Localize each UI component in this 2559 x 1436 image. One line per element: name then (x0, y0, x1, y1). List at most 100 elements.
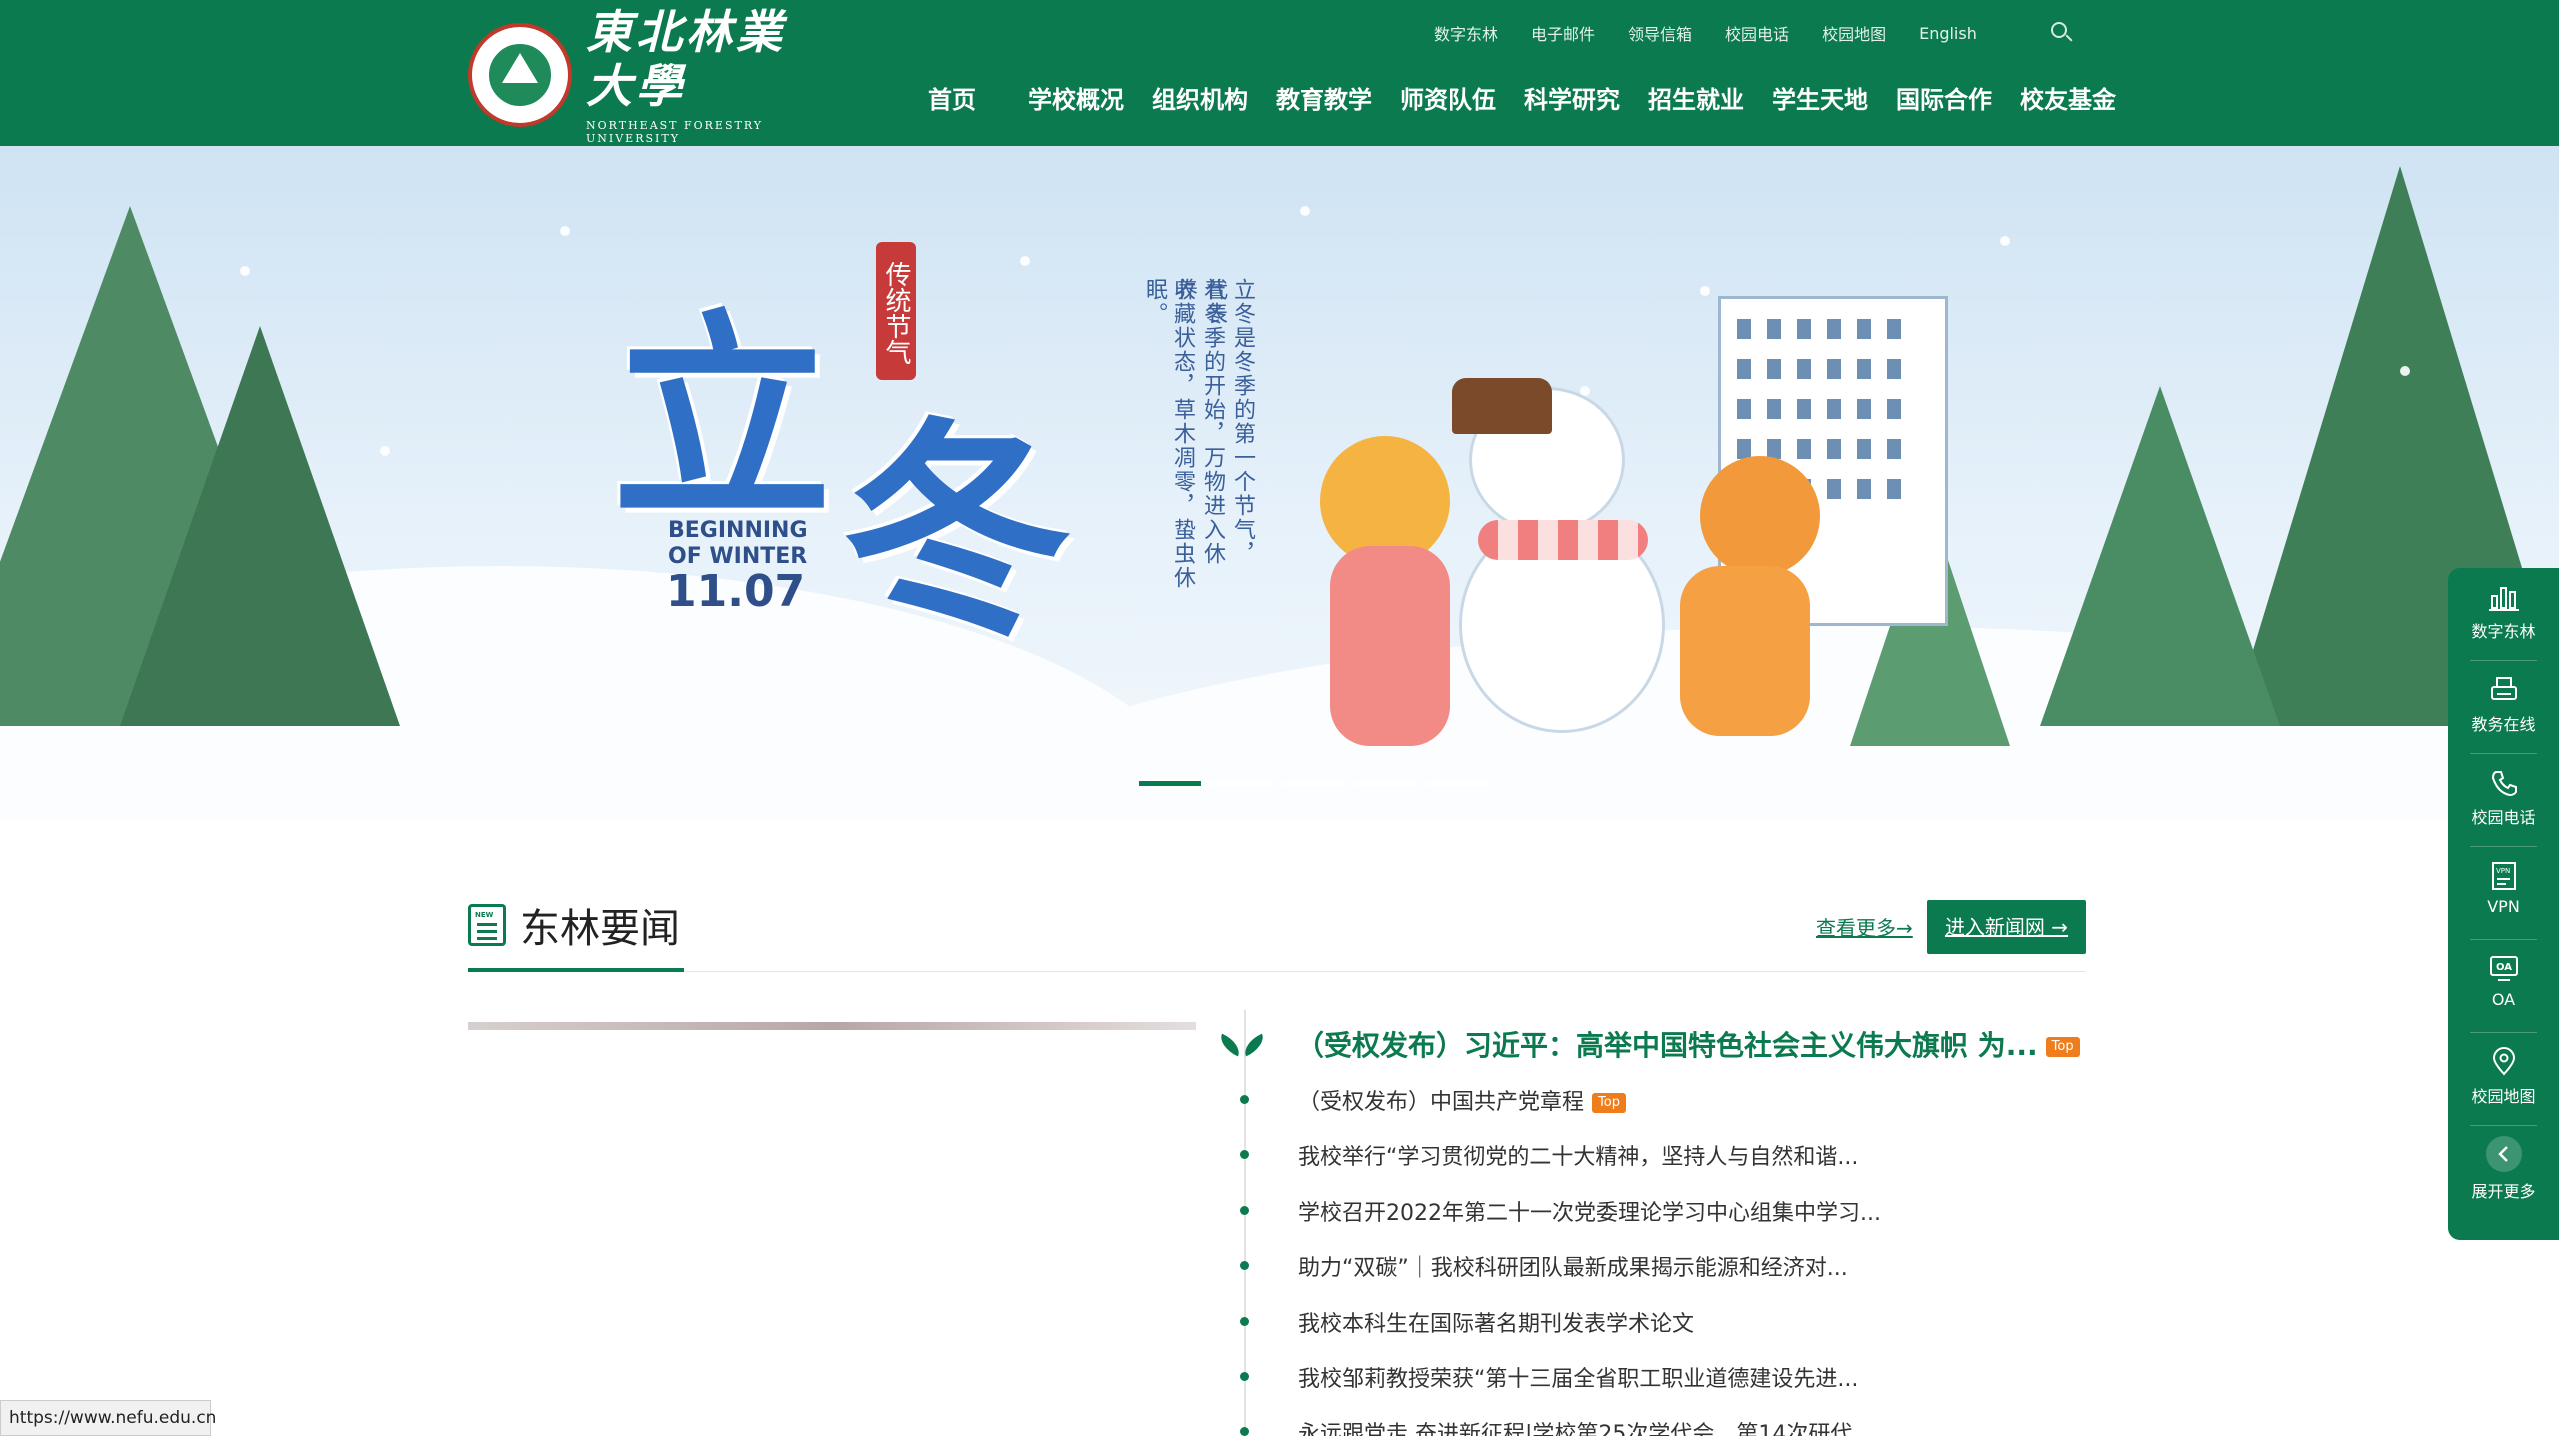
news-section-header: NEW 东林要闻 查看更多→ 进入新闻网 → (468, 890, 2086, 972)
news-item-title: 我校本科生在国际著名期刊发表学术论文 (1298, 1311, 1695, 1337)
news-item-title: 我校邹莉教授荣获“第十三届全省职工职业道德建设先进... (1298, 1366, 1859, 1392)
snowflake (1580, 386, 1590, 396)
news-featured-image[interactable] (468, 1022, 1196, 1030)
banner-date: 11.07 (666, 566, 806, 617)
bullet-dot (1240, 1205, 1249, 1215)
toplink-english[interactable]: English (1919, 24, 1977, 43)
news-item-title: 助力“双碳”｜我校科研团队最新成果揭示能源和经济对... (1298, 1256, 1848, 1282)
toplink-digital-donglin[interactable]: 数字东林 (1434, 21, 1498, 45)
list-item[interactable]: 我校邹莉教授荣获“第十三届全省职工职业道德建设先进... (1236, 1349, 2136, 1404)
chart-icon (2488, 582, 2520, 612)
view-more-link[interactable]: 查看更多→ (1816, 912, 1913, 941)
enter-news-site-button[interactable]: 进入新闻网 → (1927, 900, 2086, 954)
bullet-dot (1240, 1371, 1249, 1381)
top-badge: Top (2045, 1037, 2080, 1057)
list-item[interactable]: 永远跟党走 奋进新征程|学校第25次学代会、第14次研代... (1236, 1404, 2136, 1436)
banner-char-li: 立 (612, 289, 833, 548)
kid-girl-coat (1330, 546, 1450, 746)
svg-text:VPN: VPN (2496, 867, 2510, 875)
main-navigation: 首页 学校概况 组织机构 教育教学 师资队伍 科学研究 招生就业 学生天地 国际… (890, 82, 2130, 118)
snowman-hat (1452, 378, 1552, 434)
nav-education[interactable]: 教育教学 (1262, 82, 1386, 118)
quick-link-vpn[interactable]: VPN VPN (2448, 847, 2559, 939)
banner-vertical-text: 收藏状态，草木凋零，蛰虫休眠。 (1142, 278, 1195, 590)
news-headline[interactable]: （受权发布）习近平：高举中国特色社会主义伟大旗帜 为... Top (1296, 1024, 2080, 1064)
list-item[interactable]: 我校本科生在国际著名期刊发表学术论文 (1236, 1294, 2136, 1349)
pine-tree (2040, 386, 2280, 726)
logo-emblem-icon (468, 23, 572, 127)
kid-boy-coat (1680, 566, 1810, 736)
expand-more-button[interactable]: 展开更多 (2448, 1126, 2559, 1218)
bullet-dot (1240, 1316, 1249, 1326)
news-item-title: （受权发布）中国共产党章程 (1298, 1090, 1585, 1115)
nav-research[interactable]: 科学研究 (1510, 82, 1634, 118)
carousel-dot-4[interactable] (1355, 781, 1417, 786)
snowflake (240, 266, 250, 276)
snowflake (380, 446, 390, 456)
quick-link-label: 校园电话 (2471, 808, 2536, 827)
svg-text:OA: OA (2496, 962, 2512, 973)
list-item[interactable]: （受权发布）中国共产党章程 Top (1236, 1072, 2136, 1127)
news-item-title: 学校召开2022年第二十一次党委理论学习中心组集中学习... (1298, 1200, 1881, 1226)
banner-char-dong: 冬 (842, 397, 1073, 667)
quick-link-label: 展开更多 (2471, 1182, 2536, 1201)
carousel-dot-1[interactable] (1139, 781, 1201, 786)
pine-tree (120, 326, 400, 726)
printer-icon (2488, 675, 2520, 705)
bullet-dot (1240, 1261, 1249, 1271)
hero-banner-slide[interactable]: 传统节气 立 冬 BEGINNING OF WINTER 11.07 立冬是冬季… (0, 146, 2559, 820)
snowflake (2400, 366, 2410, 376)
location-icon (2488, 1047, 2520, 1077)
search-icon[interactable] (2049, 20, 2073, 44)
kid-boy-hat (1700, 456, 1820, 576)
nav-faculty[interactable]: 师资队伍 (1386, 82, 1510, 118)
carousel-dot-3[interactable] (1283, 781, 1345, 786)
toplink-campus-phone[interactable]: 校园电话 (1725, 21, 1789, 45)
nav-organization[interactable]: 组织机构 (1138, 82, 1262, 118)
snowman-scarf (1478, 520, 1648, 560)
bullet-dot (1240, 1150, 1249, 1160)
section-title: 东林要闻 (520, 906, 680, 952)
nav-students[interactable]: 学生天地 (1758, 82, 1882, 118)
quick-link-campus-phone[interactable]: 校园电话 (2448, 754, 2559, 846)
nav-international[interactable]: 国际合作 (1882, 82, 2006, 118)
nav-admissions[interactable]: 招生就业 (1634, 82, 1758, 118)
news-item-title: 我校举行“学习贯彻党的二十大精神，坚持人与自然和谐... (1298, 1145, 1859, 1171)
section-title-underline (468, 968, 684, 972)
quick-link-label: 校园地图 (2471, 1087, 2536, 1106)
list-item[interactable]: 我校举行“学习贯彻党的二十大精神，坚持人与自然和谐... (1236, 1127, 2136, 1182)
headline-text: （受权发布）习近平：高举中国特色社会主义伟大旗帜 为... (1296, 1029, 2038, 1062)
news-list: （受权发布）中国共产党章程 Top 我校举行“学习贯彻党的二十大精神，坚持人与自然… (1236, 1072, 2136, 1436)
nav-alumni-fund[interactable]: 校友基金 (2006, 82, 2130, 118)
quick-link-oa[interactable]: OA OA (2448, 940, 2559, 1032)
snowflake (2000, 236, 2010, 246)
bullet-dot (1240, 1095, 1249, 1104)
list-item[interactable]: 学校召开2022年第二十一次党委理论学习中心组集中学习... (1236, 1183, 2136, 1238)
bullet-dot (1240, 1427, 1249, 1436)
snowflake (560, 226, 570, 236)
logo-english-name: NORTHEAST FORESTRY UNIVERSITY (586, 119, 764, 145)
quick-link-campus-map[interactable]: 校园地图 (2448, 1033, 2559, 1125)
list-item[interactable]: 助力“双碳”｜我校科研团队最新成果揭示能源和经济对... (1236, 1238, 2136, 1293)
quick-link-digital-donglin[interactable]: 数字东林 (2448, 568, 2559, 660)
carousel-dot-5[interactable] (1427, 781, 1489, 786)
nav-home[interactable]: 首页 (890, 82, 1014, 118)
status-bar-url: https://www.nefu.edu.cn (0, 1400, 216, 1436)
leaf-icon (1216, 1033, 1268, 1062)
chevron-left-icon (2485, 1136, 2522, 1172)
logo-chinese-name: 東北林業大學 (586, 5, 786, 113)
university-logo[interactable]: 東北林業大學 NORTHEAST FORESTRY UNIVERSITY (468, 5, 828, 145)
nav-about[interactable]: 学校概况 (1014, 82, 1138, 118)
quick-link-label: VPN (2487, 897, 2520, 916)
toplink-email[interactable]: 电子邮件 (1531, 21, 1595, 45)
quick-link-academic-online[interactable]: 教务在线 (2448, 661, 2559, 753)
vpn-icon: VPN (2488, 861, 2520, 891)
toplink-campus-map[interactable]: 校园地图 (1822, 21, 1886, 45)
newspaper-icon: NEW (468, 904, 506, 946)
floating-quick-links: 数字东林 教务在线 校园电话 VPN VPN OA OA 校园地图 展开更多 (2448, 568, 2559, 1240)
toplink-leader-mailbox[interactable]: 领导信箱 (1628, 21, 1692, 45)
banner-english-title: BEGINNING OF WINTER (668, 518, 808, 569)
phone-icon (2488, 768, 2520, 798)
top-utility-links: 数字东林 电子邮件 领导信箱 校园电话 校园地图 English (1434, 21, 2010, 45)
carousel-dot-2[interactable] (1211, 781, 1273, 786)
